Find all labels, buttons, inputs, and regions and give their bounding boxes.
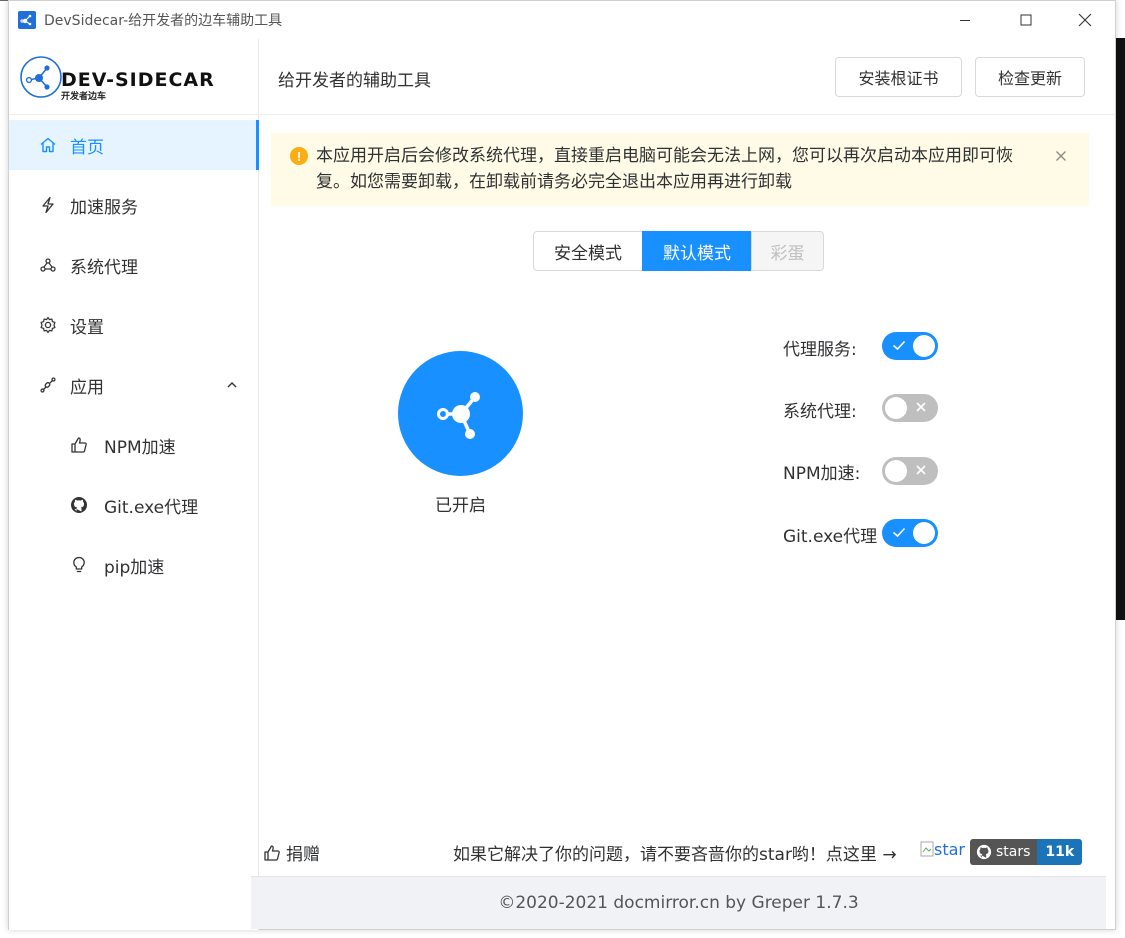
logo: DEV-SIDECAR 开发者边车 [9, 39, 258, 115]
window-title: DevSidecar-给开发者的边车辅助工具 [44, 13, 283, 29]
sidebar-item-settings[interactable]: 设置 [9, 300, 259, 350]
bulb-icon [73, 556, 85, 573]
close-icon[interactable] [1051, 146, 1071, 166]
thumbs-up-icon [71, 437, 87, 453]
logo-subtitle: 开发者边车 [61, 92, 107, 102]
close-window-button[interactable] [1062, 1, 1108, 39]
network-icon [40, 258, 56, 272]
sidebar-item-apps[interactable]: 应用 [9, 360, 259, 410]
x-icon [916, 402, 926, 412]
home-icon [40, 137, 56, 153]
sidebar-item-label: NPM加速 [104, 437, 176, 458]
proxy-service-label: 代理服务: [783, 340, 857, 360]
sidebar-item-label: pip加速 [104, 557, 165, 578]
title-bar[interactable]: DevSidecar-给开发者的边车辅助工具 [9, 1, 1115, 39]
warning-alert: ! 本应用开启后会修改系统代理，直接重启电脑可能会无法上网，您可以再次启动本应用… [271, 133, 1089, 206]
system-proxy-label: 系统代理: [783, 402, 857, 422]
git-proxy-label: Git.exe代理 [783, 527, 878, 547]
mode-safe-tab[interactable]: 安全模式 [533, 231, 643, 271]
donate-link[interactable]: 捐赠 [263, 840, 320, 865]
check-update-button[interactable]: 检查更新 [975, 57, 1085, 97]
sidebar-item-label: 首页 [70, 137, 104, 158]
mode-default-tab[interactable]: 默认模式 [642, 231, 752, 271]
install-cert-button[interactable]: 安装根证书 [835, 57, 962, 97]
sidebar-item-label: 应用 [70, 377, 104, 398]
donate-label: 捐赠 [286, 845, 320, 865]
gear-icon [40, 316, 56, 334]
logo-name: DEV-SIDECAR [61, 69, 215, 91]
background-window-edge [1116, 38, 1125, 620]
sidebar-item-label: 加速服务 [70, 197, 138, 218]
api-icon [40, 377, 56, 393]
badge-label: stars [996, 844, 1031, 860]
npm-acceleration-switch[interactable] [882, 457, 938, 485]
npm-acceleration-label: NPM加速: [783, 464, 861, 484]
warning-icon: ! [290, 147, 308, 165]
main-start-button[interactable] [398, 351, 523, 476]
star-prompt[interactable]: 如果它解决了你的问题，请不要吝啬你的star哟！点这里 → [453, 840, 897, 865]
x-icon [916, 465, 926, 475]
check-icon [892, 340, 906, 351]
sidebar-item-npm[interactable]: NPM加速 [9, 420, 259, 470]
thumbs-up-icon [264, 844, 280, 861]
github-icon [976, 844, 992, 860]
sidebar: DEV-SIDECAR 开发者边车 首页 加速服务 系统代理 设置 应用 NPM… [9, 39, 259, 930]
sidebar-item-home[interactable]: 首页 [9, 120, 259, 170]
chevron-up-icon [227, 382, 237, 388]
thunderbolt-icon [42, 196, 54, 214]
broken-star-image[interactable]: star [920, 840, 970, 864]
page-title: 给开发者的辅助工具 [278, 71, 431, 91]
proxy-service-switch[interactable] [882, 332, 938, 360]
git-proxy-switch[interactable] [882, 519, 938, 547]
sidecar-logo-icon [436, 391, 480, 439]
minimize-button[interactable] [942, 1, 988, 39]
github-icon [71, 497, 87, 513]
alert-text: 本应用开启后会修改系统代理，直接重启电脑可能会无法上网，您可以再次启动本应用即可… [316, 146, 1013, 192]
mode-easter-egg-tab[interactable]: 彩蛋 [751, 231, 824, 271]
sidebar-item-label: 系统代理 [70, 257, 138, 278]
maximize-button[interactable] [1003, 1, 1049, 39]
sidebar-item-label: Git.exe代理 [104, 497, 199, 518]
sidebar-item-git[interactable]: Git.exe代理 [9, 480, 259, 530]
sidebar-item-label: 设置 [70, 317, 104, 338]
header: 给开发者的辅助工具 安装根证书 检查更新 [260, 39, 1115, 115]
system-proxy-switch[interactable] [882, 394, 938, 422]
sidebar-item-system-proxy[interactable]: 系统代理 [9, 240, 259, 290]
main-status-text: 已开启 [435, 496, 486, 516]
app-icon [18, 11, 36, 29]
sidebar-item-acceleration[interactable]: 加速服务 [9, 180, 259, 230]
check-icon [892, 527, 906, 538]
broken-image-icon [920, 841, 934, 857]
footer-copyright: ©2020-2021 docmirror.cn by Greper 1.7.3 [251, 876, 1106, 929]
sidebar-item-pip[interactable]: pip加速 [9, 540, 259, 590]
logo-mark-icon [20, 56, 62, 98]
badge-count: 11k [1037, 839, 1083, 865]
github-stars-badge[interactable]: stars 11k [970, 839, 1083, 865]
